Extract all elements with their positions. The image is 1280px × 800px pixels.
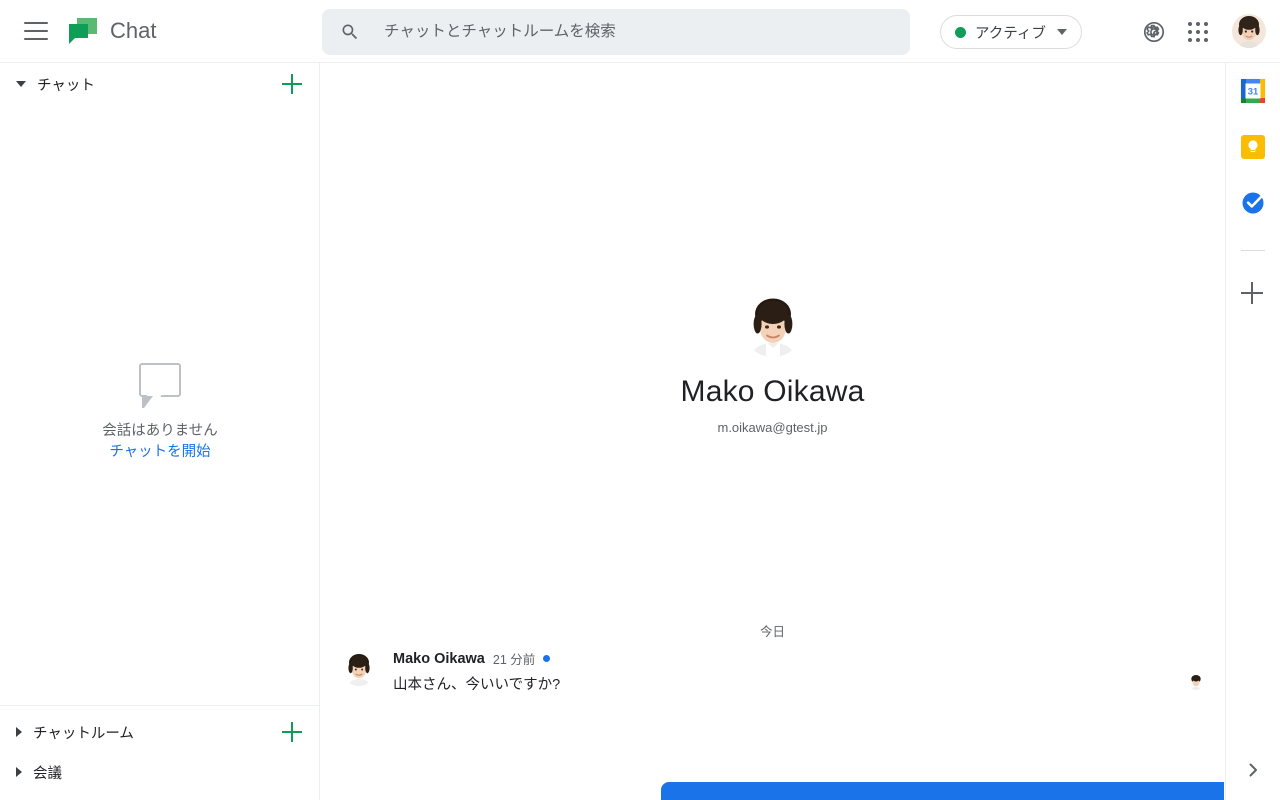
unread-dot-icon	[543, 655, 551, 662]
brand: Chat	[68, 17, 156, 45]
status-chip[interactable]: アクティブ	[940, 15, 1082, 49]
apps-grid-icon[interactable]	[1186, 20, 1210, 44]
date-divider: 今日	[759, 625, 785, 639]
app-title: Chat	[110, 18, 157, 43]
sidebar-divider	[0, 705, 320, 706]
google-calendar-icon[interactable]: 31	[1240, 78, 1266, 104]
account-avatar[interactable]	[1232, 14, 1266, 48]
status-label: アクティブ	[975, 25, 1046, 42]
add-addon-button[interactable]	[1241, 282, 1263, 304]
message-author: Mako Oikawa	[393, 650, 485, 667]
start-chat-link[interactable]: チャットを開始	[109, 442, 210, 463]
profile-name: Mako Oikawa	[680, 375, 865, 408]
triangle-right-icon	[16, 727, 22, 737]
message-timestamp: 21 分前	[492, 653, 536, 667]
sidebar-chat-section: チャット	[0, 63, 320, 105]
search-input[interactable]	[384, 17, 864, 47]
google-chat-window: Chat アクティブ	[0, 0, 1280, 800]
message-body: Mako Oikawa 21 分前 山本さん、今いいですか?	[393, 649, 1188, 695]
google-tasks-icon[interactable]	[1240, 190, 1266, 216]
sidebar-section-meetings[interactable]: 会議	[0, 752, 320, 792]
sidebar-section-rooms[interactable]: チャットルーム	[0, 712, 320, 752]
empty-state-text: 会話はありません	[102, 423, 218, 439]
read-receipt-avatar	[1188, 674, 1204, 690]
chat-bubble-outline-icon	[139, 363, 181, 408]
message-avatar[interactable]	[342, 652, 376, 686]
sidebar-section-rooms-label: チャットルーム	[33, 725, 134, 742]
search-bar[interactable]	[322, 9, 910, 55]
google-keep-icon[interactable]	[1240, 134, 1266, 160]
right-side-rail: 31	[1225, 63, 1280, 800]
sidebar-section-meetings-label: 会議	[33, 765, 62, 782]
triangle-right-icon	[16, 767, 22, 777]
rail-divider	[1241, 250, 1265, 251]
message-meta: Mako Oikawa 21 分前	[393, 649, 1188, 668]
hamburger-menu-icon[interactable]	[24, 22, 48, 40]
message-request-banner: メッセージのリクエスト m.oikawa@gtest.jp さんをご存知ですか?…	[661, 782, 1224, 800]
profile-avatar	[741, 295, 804, 357]
add-chat-button[interactable]	[282, 74, 302, 94]
sidebar-section-chat[interactable]: チャット	[0, 63, 320, 105]
search-icon	[342, 24, 358, 40]
chevron-down-icon	[1056, 29, 1067, 35]
top-app-bar: Chat アクティブ	[0, 0, 1280, 63]
svg-text:31: 31	[1248, 86, 1258, 97]
status-dot	[955, 26, 966, 38]
gear-icon[interactable]	[1142, 20, 1166, 44]
message-text: 山本さん、今いいですか?	[393, 677, 561, 693]
triangle-down-icon	[16, 81, 26, 87]
chevron-right-icon[interactable]	[1244, 761, 1262, 779]
sidebar-bottom-sections: チャットルーム 会議	[0, 705, 320, 800]
google-chat-logo	[68, 17, 98, 45]
add-room-button[interactable]	[282, 722, 302, 742]
conversation-panel: Mako Oikawa m.oikawa@gtest.jp 今日 Mako Oi…	[321, 63, 1224, 800]
left-sidebar: チャット 会話はありません チャットを開始 チャットルーム 会議	[0, 63, 320, 800]
message-item: Mako Oikawa 21 分前 山本さん、今いいですか?	[321, 649, 1224, 695]
sidebar-empty-state: 会話はありません チャットを開始	[0, 363, 320, 463]
profile-email: m.oikawa@gtest.jp	[717, 420, 828, 435]
profile-header: Mako Oikawa m.oikawa@gtest.jp	[321, 295, 1224, 435]
sidebar-section-chat-label: チャット	[37, 77, 95, 94]
